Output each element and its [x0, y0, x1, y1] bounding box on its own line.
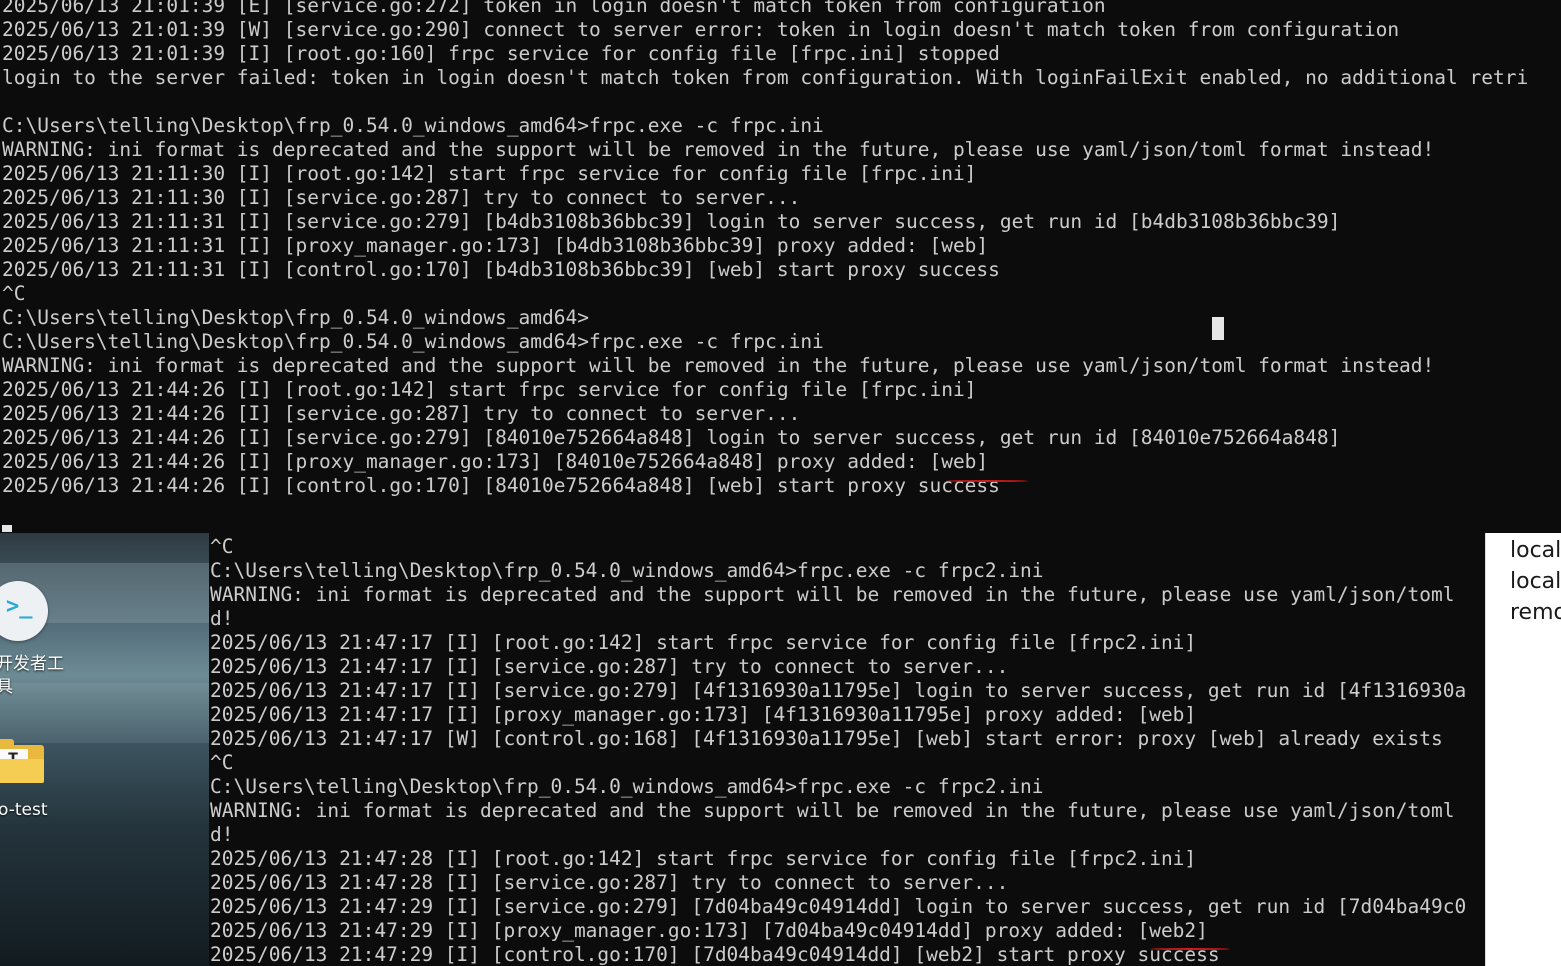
- terminal-line: C:\Users\telling\Desktop\frp_0.54.0_wind…: [2, 330, 824, 353]
- terminal-line: 2025/06/13 21:47:17 [I] [service.go:287]…: [210, 655, 1009, 678]
- editor-line: local: [1510, 569, 1561, 594]
- terminal-line: 2025/06/13 21:11:30 [I] [service.go:287]…: [2, 186, 801, 209]
- terminal-line: WARNING: ini format is deprecated and th…: [210, 583, 1455, 606]
- terminal-line: 2025/06/13 21:47:28 [I] [service.go:287]…: [210, 871, 1009, 894]
- terminal-line: 2025/06/13 21:47:17 [I] [service.go:279]…: [210, 679, 1467, 702]
- red-underline-annotation: [1150, 948, 1230, 950]
- terminal-line: ^C: [210, 751, 234, 774]
- red-underline-annotation: [946, 480, 1028, 482]
- terminal-line: 2025/06/13 21:11:31 [I] [control.go:170]…: [2, 258, 1000, 281]
- terminal-line: ^C: [2, 282, 26, 305]
- terminal-line: 2025/06/13 21:44:26 [I] [control.go:170]…: [2, 474, 1000, 497]
- terminal-line: WARNING: ini format is deprecated and th…: [2, 354, 1435, 377]
- right-editor-panel: local local remo: [1485, 533, 1561, 966]
- terminal-line: WARNING: ini format is deprecated and th…: [210, 799, 1455, 822]
- terminal-top-output: 2025/06/13 21:01:39 [E] [service.go:272]…: [2, 0, 1528, 498]
- terminal-line: 2025/06/13 21:47:17 [I] [root.go:142] st…: [210, 631, 1197, 654]
- terminal-line: C:\Users\telling\Desktop\frp_0.54.0_wind…: [210, 775, 1044, 798]
- terminal-line: 2025/06/13 21:44:26 [I] [root.go:142] st…: [2, 378, 977, 401]
- terminal-line: 2025/06/13 21:44:26 [I] [proxy_manager.g…: [2, 450, 989, 473]
- folder-icon[interactable]: T: [0, 739, 44, 783]
- terminal-line: C:\Users\telling\Desktop\frp_0.54.0_wind…: [2, 114, 824, 137]
- terminal-line: 2025/06/13 21:47:17 [I] [proxy_manager.g…: [210, 703, 1197, 726]
- terminal-line: 2025/06/13 21:47:28 [I] [root.go:142] st…: [210, 847, 1197, 870]
- terminal-line: 2025/06/13 21:11:30 [I] [root.go:142] st…: [2, 162, 977, 185]
- terminal-line: login to the server failed: token in log…: [2, 66, 1529, 89]
- terminal-line: 2025/06/13 21:47:29 [I] [service.go:279]…: [210, 895, 1467, 918]
- terminal-line: d!: [210, 823, 234, 846]
- terminal-line: 2025/06/13 21:01:39 [I] [root.go:160] fr…: [2, 42, 1000, 65]
- terminal-line: C:\Users\telling\Desktop\frp_0.54.0_wind…: [2, 306, 589, 329]
- terminal-line: 2025/06/13 21:01:39 [W] [service.go:290]…: [2, 18, 1400, 41]
- editor-line: local: [1510, 538, 1561, 563]
- terminal-line: 2025/06/13 21:44:26 [I] [service.go:287]…: [2, 402, 801, 425]
- scroll-marker: [2, 525, 12, 532]
- terminal-bottom-output: ^C C:\Users\telling\Desktop\frp_0.54.0_wi…: [210, 535, 1466, 966]
- terminal-line: 2025/06/13 21:11:31 [I] [proxy_manager.g…: [2, 234, 989, 257]
- terminal-window-bottom[interactable]: ^C C:\Users\telling\Desktop\frp_0.54.0_wi…: [209, 534, 1485, 966]
- terminal-line: C:\Users\telling\Desktop\frp_0.54.0_wind…: [210, 559, 1044, 582]
- terminal-window-top[interactable]: 2025/06/13 21:01:39 [E] [service.go:272]…: [0, 0, 1561, 532]
- terminal-line: 2025/06/13 21:44:26 [I] [service.go:279]…: [2, 426, 1341, 449]
- terminal-line: 2025/06/13 21:11:31 [I] [service.go:279]…: [2, 210, 1341, 233]
- desktop-background: >_ 开发者工 具 T o-test: [0, 533, 209, 966]
- terminal-line: 2025/06/13 21:47:29 [I] [control.go:170]…: [210, 943, 1220, 966]
- terminal-line: 2025/06/13 21:47:29 [I] [proxy_manager.g…: [210, 919, 1208, 942]
- desktop-icon-label-test[interactable]: o-test: [0, 799, 48, 822]
- editor-line: remo: [1510, 600, 1561, 625]
- terminal-line: 2025/06/13 21:01:39 [E] [service.go:272]…: [2, 0, 1106, 17]
- terminal-line: 2025/06/13 21:47:17 [W] [control.go:168]…: [210, 727, 1443, 750]
- terminal-line: WARNING: ini format is deprecated and th…: [2, 138, 1435, 161]
- terminal-line: ^C: [210, 535, 234, 558]
- text-cursor: [1212, 317, 1224, 340]
- terminal-line: d!: [210, 607, 234, 630]
- desktop-icon-label-devtools[interactable]: 开发者工 具: [0, 653, 64, 699]
